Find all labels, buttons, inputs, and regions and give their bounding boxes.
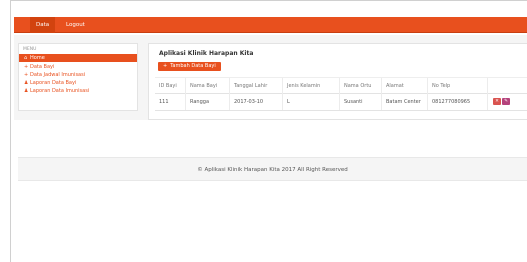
column-header-actions (487, 78, 492, 94)
main-panel: Aplikasi Klinik Harapan Kita + Tambah Dat… (148, 43, 527, 120)
footer: © Aplikasi Klinik Harapan Kita 2017 All … (18, 157, 527, 181)
top-navbar: Data Logout (14, 17, 527, 33)
sidebar-item-label: Laporan Data Imunisasi (30, 88, 90, 94)
column-header: Tanggal Lahir (229, 78, 267, 94)
nav-logout-link[interactable]: Logout (60, 17, 91, 33)
column-header: Nama Bayi (185, 78, 217, 94)
edit-icon: ✎ (504, 99, 508, 104)
table-row: 111 Rangga 2017-03-10 L Susanti Batam Ce… (155, 94, 527, 111)
column-header: ID Bayi (159, 83, 177, 89)
footer-text: © Aplikasi Klinik Harapan Kita 2017 All … (197, 167, 348, 173)
column-header: Nama Ortu (339, 78, 371, 94)
sidebar-item-label: Laporan Data Bayi (30, 80, 77, 86)
add-data-bayi-button[interactable]: + Tambah Data Bayi (158, 62, 221, 71)
plus-icon: + (163, 63, 168, 69)
delete-button[interactable]: ✕ (493, 98, 501, 105)
table-cell: 111 (159, 99, 169, 105)
page-title: Aplikasi Klinik Harapan Kita (159, 50, 254, 57)
edit-button[interactable]: ✎ (502, 98, 510, 105)
table-cell: Rangga (185, 94, 209, 110)
data-table: ID Bayi Nama Bayi Tanggal Lahir Jenis Ke… (155, 77, 527, 111)
column-header: Jenis Kelamin (282, 78, 320, 94)
sidebar-item-data-jadwal-imunisasi[interactable]: + Data Jadwal Imunisasi (19, 71, 137, 79)
table-cell: L (282, 94, 290, 110)
sidebar-item-data-bayi[interactable]: + Data Bayi (19, 63, 137, 71)
sidebar-item-laporan-data-imunisasi[interactable]: ♟ Laporan Data Imunisasi (19, 87, 137, 95)
table-cell: 2017-03-10 (229, 94, 263, 110)
nav-data-link[interactable]: Data (30, 17, 56, 33)
sidebar-item-label: Data Bayi (30, 64, 55, 70)
column-header: Alamat (381, 78, 404, 94)
add-button-label: Tambah Data Bayi (170, 63, 216, 69)
table-cell: Susanti (339, 94, 363, 110)
sidebar-item-label: Data Jadwal Imunisasi (30, 72, 86, 78)
table-cell: 081277080965 (427, 94, 470, 110)
sidebar-item-laporan-data-bayi[interactable]: ♟ Laporan Data Bayi (19, 79, 137, 87)
sidebar: MENU ⌂ Home + Data Bayi + Data Jadwal Imuni… (18, 43, 138, 111)
sidebar-item-home[interactable]: ⌂ Home (19, 54, 137, 62)
table-header-row: ID Bayi Nama Bayi Tanggal Lahir Jenis Ke… (155, 77, 527, 94)
table-cell: Batam Center (381, 94, 421, 110)
delete-icon: ✕ (495, 99, 499, 104)
sidebar-title: MENU (23, 47, 37, 52)
column-header: No Telp (427, 78, 450, 94)
table-cell-actions (487, 94, 492, 110)
sidebar-item-label: Home (30, 55, 45, 61)
